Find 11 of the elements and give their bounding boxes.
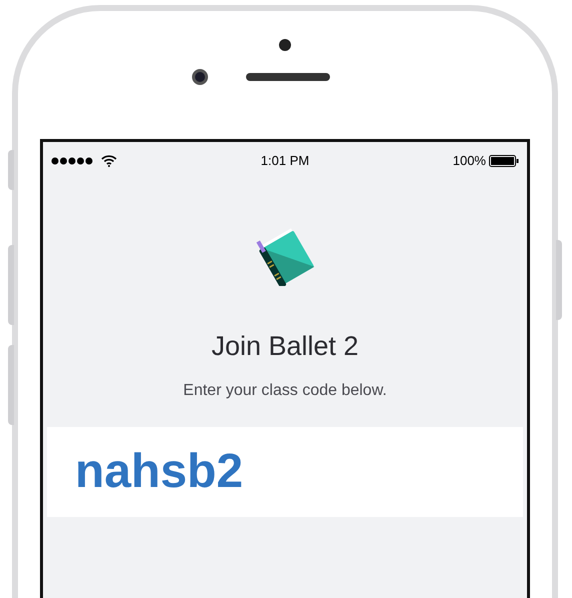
class-code-field[interactable]: nahsb2 — [47, 426, 523, 516]
wifi-icon — [101, 155, 117, 167]
status-time: 1:01 PM — [260, 152, 310, 170]
page-subtitle: Enter your class code below. — [183, 380, 387, 400]
front-camera-icon — [192, 69, 208, 85]
book-icon — [255, 226, 315, 286]
signal-icon — [51, 157, 93, 165]
battery-icon — [488, 155, 519, 167]
page-title: Join Ballet 2 — [211, 330, 359, 363]
camera-icon — [279, 39, 291, 51]
battery-percentage: 100% — [452, 152, 486, 170]
